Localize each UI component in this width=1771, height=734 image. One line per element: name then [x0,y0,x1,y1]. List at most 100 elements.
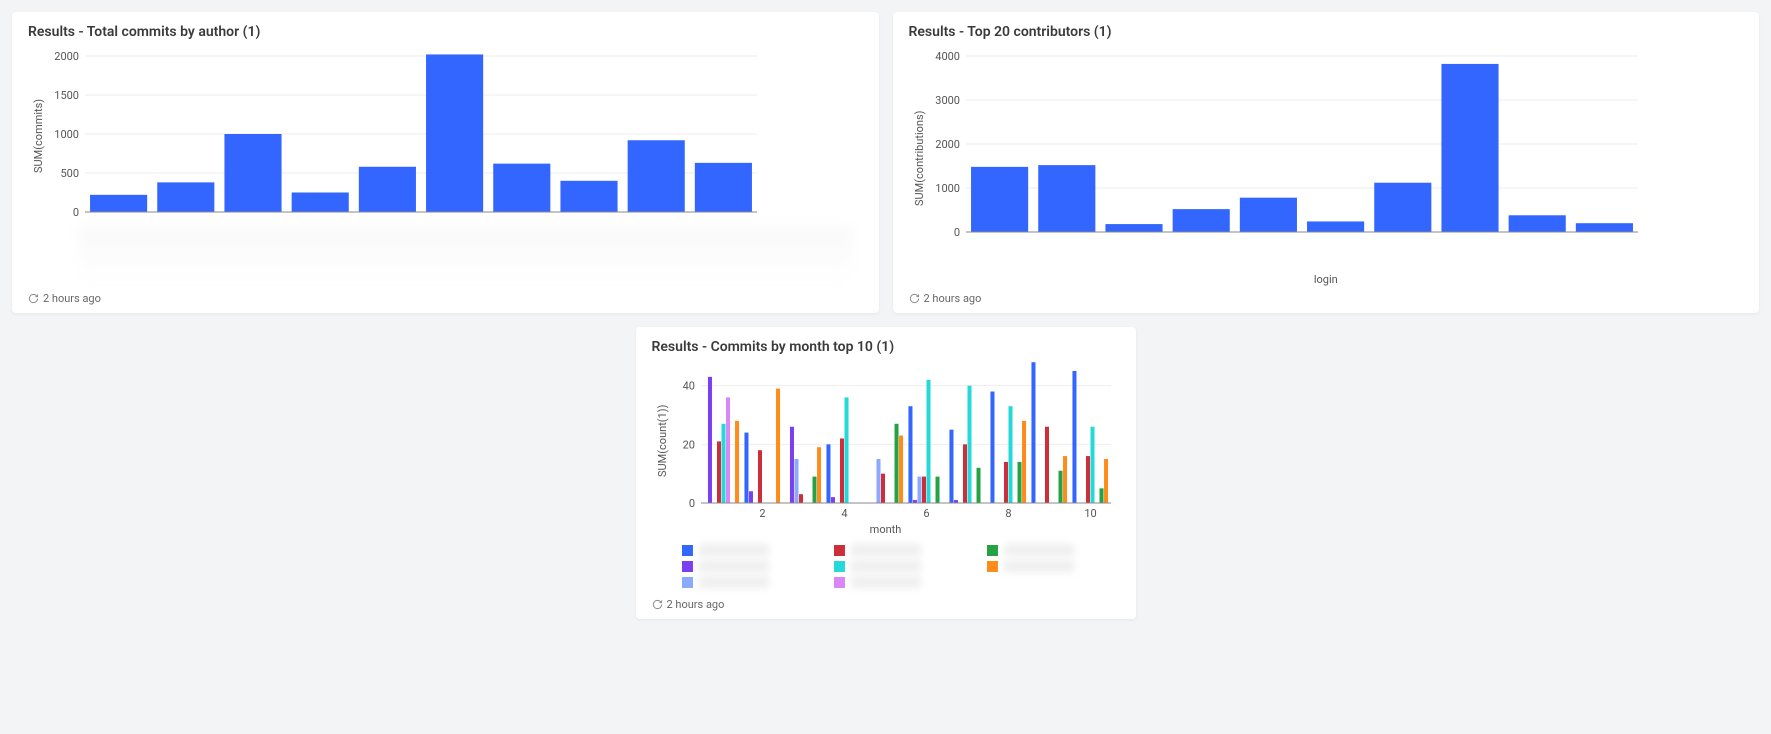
bar [844,397,848,503]
svg-text:8: 8 [1005,507,1011,520]
bar [908,406,912,503]
x-axis-label: login [909,273,1744,286]
bar [426,54,483,212]
card-footer: 2 hours ago [909,292,1744,305]
chart-area: SUM(commits) 0500100015002000 [28,46,863,286]
bar [90,195,147,212]
svg-text:20: 20 [682,438,694,451]
card-footer: 2 hours ago [652,598,1120,611]
card-title: Results - Total commits by author (1) [28,24,863,40]
legend-swatch [987,561,998,572]
legend-label-redacted [699,544,769,556]
bar [1063,456,1067,503]
bar [894,424,898,503]
bar [1022,421,1026,503]
legend-label-redacted [1004,560,1074,572]
legend-swatch [834,577,845,588]
bar [1038,165,1095,232]
bar-chart: 0500100015002000 [45,46,765,226]
bar [817,447,821,503]
y-axis-label: SUM(count(1)) [652,361,669,521]
svg-text:0: 0 [73,206,79,219]
x-axis-labels-redacted [78,226,853,286]
chart-card-commits-by-month[interactable]: Results - Commits by month top 10 (1) SU… [636,327,1136,619]
chart-legend [682,544,1120,588]
bar [899,436,903,503]
bar [1072,371,1076,503]
bar [1031,362,1035,503]
bar [1003,462,1007,503]
legend-item[interactable] [682,544,815,556]
bar [1105,224,1162,232]
bar [560,181,617,212]
bar [628,140,685,212]
legend-item[interactable] [682,576,815,588]
svg-text:2000: 2000 [935,138,960,151]
bar [830,497,834,503]
legend-label-redacted [851,544,921,556]
bar [976,468,980,503]
bar [826,444,830,503]
y-axis-label: SUM(contributions) [909,46,926,271]
legend-swatch [682,577,693,588]
refresh-icon [652,599,663,610]
legend-label-redacted [699,576,769,588]
x-axis-label: month [652,523,1120,536]
legend-item[interactable] [987,544,1120,556]
svg-text:4000: 4000 [935,50,960,63]
bar [776,389,780,503]
bar [794,459,798,503]
card-footer: 2 hours ago [28,292,863,305]
legend-item[interactable] [987,576,1120,588]
bar [1044,427,1048,503]
bar [917,477,921,503]
svg-text:0: 0 [953,226,959,239]
svg-text:2: 2 [759,507,765,520]
bar [1090,427,1094,503]
svg-text:10: 10 [1084,507,1096,520]
bar [1239,198,1296,232]
legend-item[interactable] [834,560,967,572]
bar [1008,406,1012,503]
chart-area: SUM(count(1)) 02040246810 month [652,361,1120,592]
bar [812,477,816,503]
refresh-icon [28,293,39,304]
bar [157,182,214,212]
card-title: Results - Commits by month top 10 (1) [652,339,1120,355]
chart-card-top-contributors[interactable]: Results - Top 20 contributors (1) SUM(co… [893,12,1760,313]
bar [721,424,725,503]
bar [1172,209,1229,232]
bar [716,441,720,503]
legend-item[interactable] [987,560,1120,572]
timestamp-label: 2 hours ago [924,292,982,305]
svg-text:40: 40 [682,380,694,393]
chart-area: SUM(contributions) 01000200030004000 log… [909,46,1744,286]
legend-label-redacted [851,560,921,572]
bar [735,421,739,503]
bar [493,164,550,212]
bar [935,477,939,503]
bar [224,134,281,212]
bar [1575,223,1632,232]
legend-item[interactable] [834,576,967,588]
svg-text:2000: 2000 [54,50,79,63]
bar [967,386,971,503]
svg-text:4: 4 [841,507,847,520]
legend-item[interactable] [834,544,967,556]
timestamp-label: 2 hours ago [43,292,101,305]
legend-swatch [987,545,998,556]
timestamp-label: 2 hours ago [667,598,725,611]
card-title: Results - Top 20 contributors (1) [909,24,1744,40]
bar [921,477,925,503]
legend-item[interactable] [682,560,815,572]
chart-card-commits-by-author[interactable]: Results - Total commits by author (1) SU… [12,12,879,313]
legend-swatch [682,545,693,556]
legend-label-redacted [851,576,921,588]
bar [926,380,930,503]
bar [292,193,349,213]
legend-swatch [682,561,693,572]
legend-swatch [834,561,845,572]
bar [1085,456,1089,503]
bar [789,427,793,503]
bar [757,450,761,503]
